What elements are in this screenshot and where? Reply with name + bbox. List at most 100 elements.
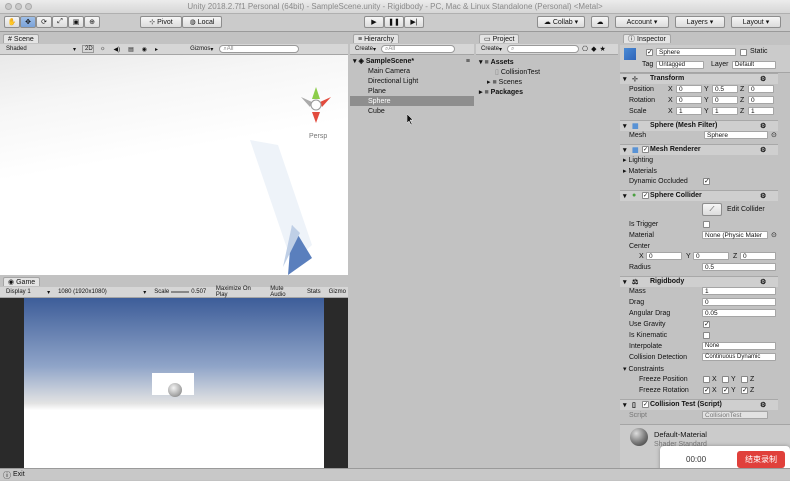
position-z-field[interactable]: 0 [748, 85, 774, 93]
scale-z-field[interactable]: 1 [748, 107, 774, 115]
script-field[interactable]: CollisionTest [702, 411, 768, 419]
step-button[interactable]: ▶| [404, 16, 424, 28]
pause-button[interactable]: ❚❚ [384, 16, 404, 28]
scale-y-field[interactable]: 1 [712, 107, 738, 115]
mass-field[interactable]: 1 [702, 287, 776, 295]
edit-collider-button[interactable]: ⟋ [702, 203, 722, 216]
object-name-field[interactable]: Sphere [656, 48, 736, 56]
game-viewport[interactable] [0, 298, 348, 468]
hierarchy-item-sphere[interactable]: Sphere [350, 96, 474, 106]
freeze-rotation-z-checkbox[interactable]: ✓ [741, 387, 748, 394]
tab-hierarchy[interactable]: ≡ Hierarchy [353, 34, 400, 43]
stop-recording-button[interactable]: 结束录制 [737, 451, 785, 468]
collab-button[interactable]: ☁ Collab ▾ [537, 16, 585, 28]
static-checkbox[interactable] [740, 49, 747, 56]
rotation-y-axis-label[interactable]: Y [704, 97, 709, 104]
scale-tool-button[interactable]: ⤢ [52, 16, 68, 28]
physic-material-field[interactable]: None (Physic Mater [702, 231, 768, 239]
project-folder-packages[interactable]: ▸ ■ Packages [476, 87, 523, 97]
play-button[interactable]: ▶ [364, 16, 384, 28]
is-kinematic-checkbox[interactable] [703, 332, 710, 339]
collision-detection-dropdown[interactable]: Continuous Dynamic [702, 353, 776, 361]
use-gravity-checkbox[interactable]: ✓ [703, 321, 710, 328]
mesh-filter-header[interactable]: ▾ ▦ Sphere (Mesh Filter) ⚙ [620, 120, 778, 131]
hierarchy-item-plane[interactable]: Plane [350, 86, 474, 96]
tab-scene[interactable]: # Scene [3, 34, 39, 43]
scene-camera-dropdown[interactable]: ▸ [153, 45, 160, 53]
project-folder-assets[interactable]: ▾ ■ Assets [476, 57, 514, 67]
freeze-position-x-checkbox[interactable] [703, 376, 710, 383]
dynamic-occluded-checkbox[interactable]: ✓ [703, 178, 710, 185]
position-z-axis-label[interactable]: Z [740, 86, 744, 93]
rotation-z-field[interactable]: 0 [748, 96, 774, 104]
lighting-foldout[interactable]: ▸ Lighting [623, 156, 653, 164]
hierarchy-search-input[interactable]: ⌕ All [381, 45, 456, 53]
layout-dropdown[interactable]: Layout ▾ [731, 16, 781, 28]
2d-toggle[interactable]: 2D [82, 45, 94, 53]
maximize-on-play-toggle[interactable]: Maximize On Play [214, 286, 264, 298]
scale-y-axis-label[interactable]: Y [704, 108, 709, 115]
is-trigger-checkbox[interactable] [703, 221, 710, 228]
audio-toggle[interactable]: ◀) [112, 45, 123, 53]
position-x-axis-label[interactable]: X [668, 86, 673, 93]
rotate-tool-button[interactable]: ⟳ [36, 16, 52, 28]
effects-dropdown[interactable]: ▤ [126, 45, 136, 53]
freeze-position-z-checkbox[interactable] [741, 376, 748, 383]
tag-icon[interactable]: ◆ [591, 45, 596, 53]
rotation-x-axis-label[interactable]: X [668, 97, 673, 104]
drag-field[interactable]: 0 [702, 298, 776, 306]
angular-drag-field[interactable]: 0.05 [702, 309, 776, 317]
scene-viewport[interactable]: Persp [0, 55, 348, 275]
gear-icon[interactable]: ⚙ [760, 75, 766, 83]
center-y-field[interactable]: 0 [693, 252, 729, 260]
constraints-foldout[interactable]: ▾ Constraints [623, 365, 664, 373]
filter-type-icon[interactable]: ⎔ [582, 45, 588, 53]
interpolate-dropdown[interactable]: None [702, 342, 776, 350]
gear-icon[interactable]: ⚙ [760, 122, 766, 130]
mute-audio-toggle[interactable]: Mute Audio [268, 286, 301, 298]
scene-root-item[interactable]: ▾ ◈ SampleScene* ≡ [350, 56, 474, 66]
scale-x-axis-label[interactable]: X [668, 108, 673, 115]
scene-orientation-gizmo[interactable] [296, 83, 336, 127]
project-folder-scenes[interactable]: ▸ ■ Scenes [476, 77, 522, 87]
star-icon[interactable]: ★ [600, 45, 606, 53]
position-x-field[interactable]: 0 [676, 85, 702, 93]
gear-icon[interactable]: ⚙ [760, 192, 766, 200]
hierarchy-item-main-camera[interactable]: Main Camera [350, 66, 474, 76]
freeze-rotation-x-checkbox[interactable]: ✓ [703, 387, 710, 394]
project-search-input[interactable]: ⌕ [507, 45, 580, 53]
display-dropdown[interactable]: Display 1 ▾ [4, 288, 52, 296]
pivot-toggle[interactable]: ⊹ Pivot [140, 16, 182, 28]
rect-tool-button[interactable]: ▣ [68, 16, 84, 28]
gizmos-dropdown[interactable]: Gizmos ▾ [188, 45, 215, 53]
move-tool-button[interactable]: ✥ [20, 16, 36, 28]
object-picker-icon[interactable]: ⊙ [771, 231, 777, 239]
resolution-dropdown[interactable]: 1080 (1920x1080) ▾ [56, 288, 148, 296]
materials-foldout[interactable]: ▸ Materials [623, 167, 657, 175]
project-item-collisiontest[interactable]: ▯ CollisionTest [476, 67, 540, 77]
gizmos-toggle[interactable]: Gizmo [327, 288, 348, 296]
rotation-x-field[interactable]: 0 [676, 96, 702, 104]
active-checkbox[interactable]: ✓ [646, 49, 653, 56]
hierarchy-create-dropdown[interactable]: Create ▾ [353, 45, 378, 53]
stats-toggle[interactable]: Stats [305, 288, 323, 296]
layer-dropdown[interactable]: Default [732, 61, 776, 69]
rigidbody-header[interactable]: ▾ ⚖ Rigidbody ⚙ [620, 276, 778, 287]
gear-icon[interactable]: ⚙ [760, 146, 766, 154]
position-y-axis-label[interactable]: Y [704, 86, 709, 93]
rotation-z-axis-label[interactable]: Z [740, 97, 744, 104]
radius-field[interactable]: 0.5 [702, 263, 776, 271]
mesh-renderer-enabled-checkbox[interactable]: ✓ [642, 146, 649, 153]
scale-x-field[interactable]: 1 [676, 107, 702, 115]
freeze-position-y-checkbox[interactable] [722, 376, 729, 383]
script-enabled-checkbox[interactable]: ✓ [642, 401, 649, 408]
hidden-objects-toggle[interactable]: ◉ [140, 45, 149, 53]
shading-dropdown[interactable]: Shaded ▾ [4, 45, 78, 53]
center-z-field[interactable]: 0 [740, 252, 776, 260]
hierarchy-item-directional-light[interactable]: Directional Light [350, 76, 474, 86]
object-picker-icon[interactable]: ⊙ [771, 131, 777, 139]
mesh-field[interactable]: Sphere [704, 131, 768, 139]
account-dropdown[interactable]: Account ▾ [615, 16, 669, 28]
transform-header[interactable]: ▾ ⊹ Transform ⚙ [620, 73, 778, 84]
gear-icon[interactable]: ⚙ [760, 401, 766, 409]
